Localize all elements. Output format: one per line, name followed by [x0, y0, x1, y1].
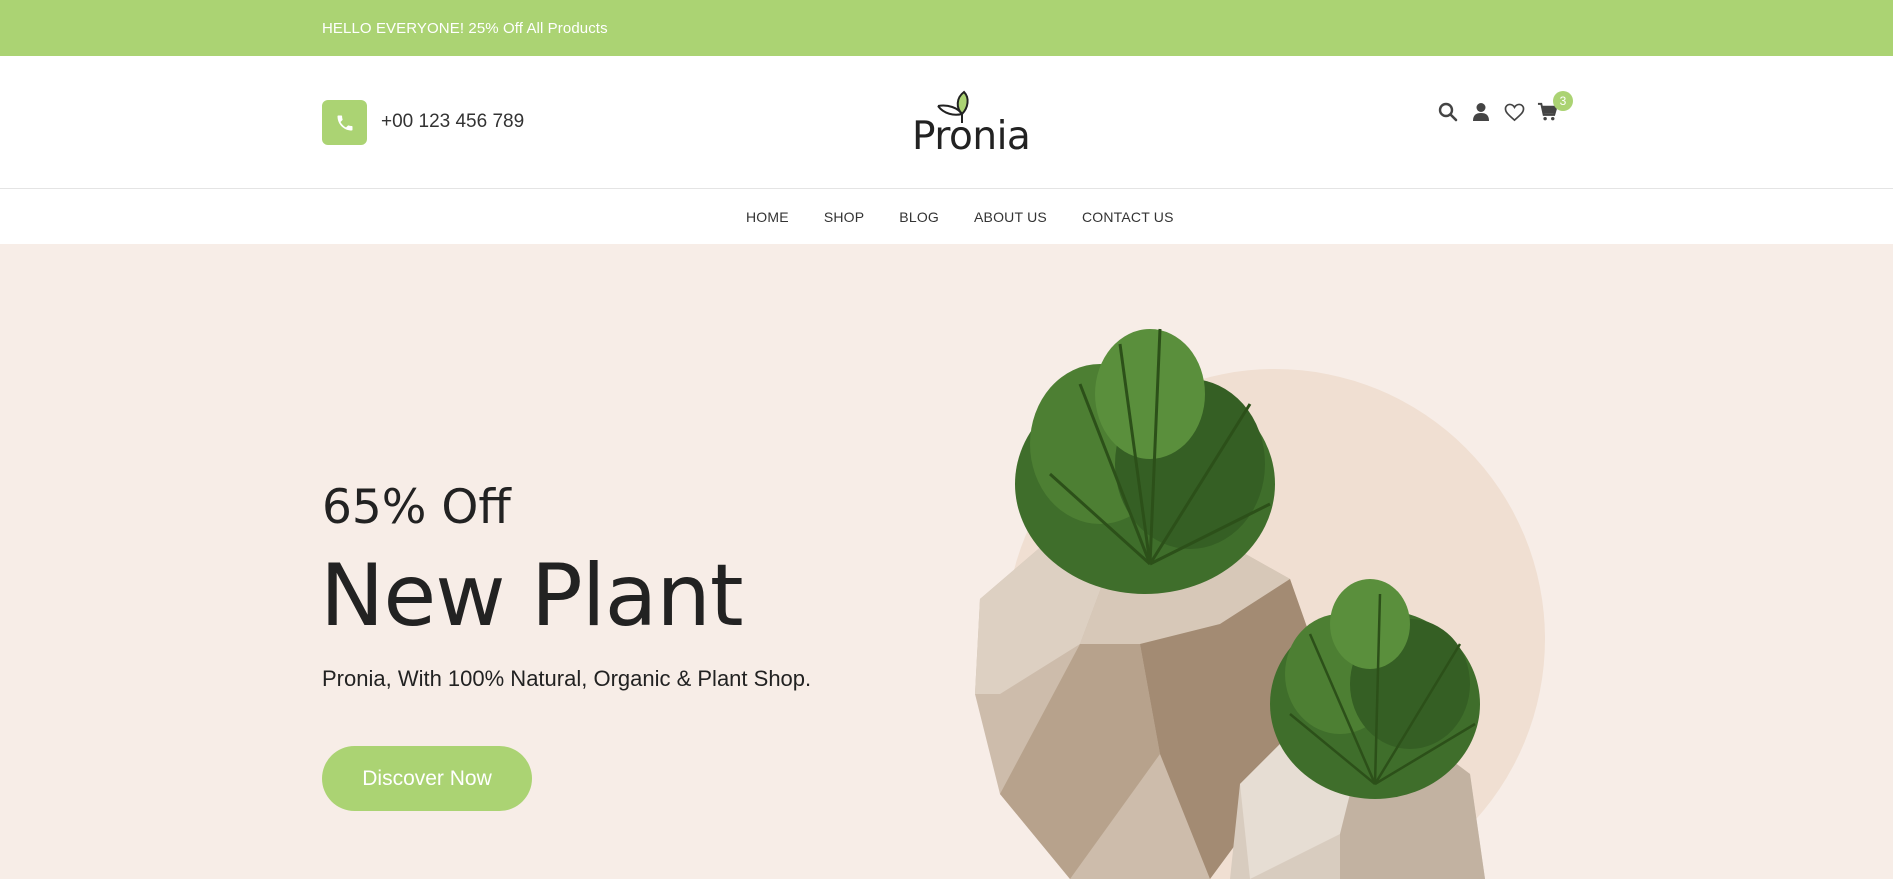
- nav-item-home[interactable]: HOME: [746, 209, 789, 225]
- nav-item-contact-us[interactable]: CONTACT US: [1082, 209, 1174, 225]
- nav-item-about-us[interactable]: ABOUT US: [974, 209, 1047, 225]
- header-icons: 3: [1437, 91, 1573, 123]
- nav-list: HOME SHOP BLOG ABOUT US CONTACT US: [746, 209, 1174, 225]
- logo-text: Pronia: [912, 114, 1031, 159]
- heart-icon[interactable]: [1503, 101, 1525, 123]
- hero-plant-image: [975, 328, 1545, 879]
- nav-item-shop[interactable]: SHOP: [824, 209, 864, 225]
- hero-title: New Plant: [320, 546, 744, 646]
- search-icon[interactable]: [1437, 101, 1459, 123]
- site-logo[interactable]: Pronia: [912, 90, 1031, 159]
- hero-subtitle: 65% Off: [322, 480, 511, 535]
- site-header: +00 123 456 789 Pronia 3: [0, 56, 1893, 189]
- main-nav: HOME SHOP BLOG ABOUT US CONTACT US: [0, 190, 1893, 244]
- hero-description: Pronia, With 100% Natural, Organic & Pla…: [322, 666, 812, 691]
- nav-item-blog[interactable]: BLOG: [899, 209, 939, 225]
- cart-icon[interactable]: 3: [1536, 91, 1573, 123]
- cart-count-badge: 3: [1553, 91, 1573, 111]
- user-icon[interactable]: [1470, 101, 1492, 123]
- promo-bar: HELLO EVERYONE! 25% Off All Products: [0, 0, 1893, 56]
- phone-number[interactable]: +00 123 456 789: [381, 111, 524, 133]
- phone-icon[interactable]: [322, 100, 367, 145]
- hero-section: 65% Off New Plant Pronia, With 100% Natu…: [0, 244, 1893, 879]
- promo-text: HELLO EVERYONE! 25% Off All Products: [322, 20, 608, 37]
- discover-now-button[interactable]: Discover Now: [322, 746, 532, 811]
